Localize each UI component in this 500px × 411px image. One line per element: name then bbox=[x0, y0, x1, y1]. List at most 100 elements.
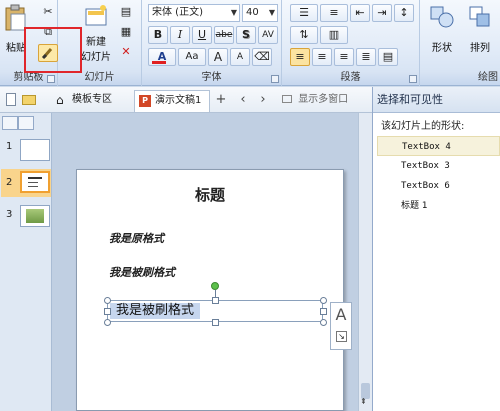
new-tab-button[interactable]: + bbox=[212, 91, 230, 109]
slides-tab[interactable] bbox=[2, 116, 18, 130]
grow-font-button[interactable]: A bbox=[208, 48, 228, 66]
bold-button[interactable]: B bbox=[148, 26, 168, 44]
font-size-combo[interactable]: 40 ▼ bbox=[242, 4, 278, 22]
arrange-label: 排列 bbox=[470, 43, 490, 54]
thumbnail-text-line bbox=[28, 182, 38, 183]
distribute-icon: ▤ bbox=[382, 50, 394, 63]
align-center-button[interactable]: ≡ bbox=[312, 48, 332, 66]
layout-button[interactable]: ▤ bbox=[116, 4, 136, 22]
annotation-highlight-box bbox=[24, 27, 82, 73]
resize-handle-top-left[interactable] bbox=[104, 297, 111, 304]
original-format-text[interactable]: 我是原格式 bbox=[109, 230, 164, 246]
bullets-button[interactable]: ☰ bbox=[290, 4, 318, 22]
shapes-label: 形状 bbox=[432, 43, 452, 54]
align-right-icon: ≡ bbox=[339, 50, 349, 63]
folder-icon[interactable] bbox=[22, 95, 36, 105]
clipboard-dialog-launcher[interactable] bbox=[47, 75, 55, 83]
arrange-icon bbox=[469, 6, 490, 27]
resize-handle-left[interactable] bbox=[104, 308, 111, 315]
delete-slide-button[interactable]: ✕ bbox=[116, 44, 136, 62]
shrink-font-button[interactable]: A bbox=[230, 48, 250, 66]
slide-editing-canvas[interactable]: 标题 我是原格式 我是被刷格式 我是被刷格式 bbox=[52, 113, 358, 411]
font-color-button[interactable]: A bbox=[148, 48, 176, 66]
shape-item-textbox-4[interactable]: TextBox 4 bbox=[377, 136, 500, 156]
chevron-down-icon: ▼ bbox=[230, 8, 237, 17]
change-case-button[interactable]: Aa bbox=[178, 48, 206, 66]
ribbon: 粘贴 ✂ ⧉ 剪贴板 新建 幻灯片 ▤ ▦ ✕ 幻灯片 宋体 (正文) ▼ 40… bbox=[0, 0, 500, 86]
shape-item-title-1[interactable]: 标题 1 bbox=[377, 196, 500, 216]
text-direction-icon: ⇅ bbox=[299, 28, 309, 41]
slide-title[interactable]: 标题 bbox=[77, 184, 343, 205]
delete-icon: ✕ bbox=[121, 45, 131, 58]
reset-button[interactable]: ▦ bbox=[116, 24, 136, 42]
slides-thumbnail-pane: 1 2 3 bbox=[0, 113, 52, 411]
selection-pane-subtitle: 该幻灯片上的形状: bbox=[381, 121, 465, 132]
resize-handle-bottom-left[interactable] bbox=[104, 319, 111, 326]
slide-number-1: 1 bbox=[6, 141, 13, 152]
increase-indent-button[interactable]: ⇥ bbox=[372, 4, 392, 22]
drawing-group: 形状 排列 绘图 bbox=[420, 0, 500, 86]
new-slide-label-2: 幻灯片 bbox=[81, 52, 111, 63]
align-center-icon: ≡ bbox=[317, 50, 327, 63]
decrease-indent-icon: ⇤ bbox=[355, 6, 365, 19]
thumbnail-text-line bbox=[28, 186, 38, 187]
chevron-right-icon: › bbox=[260, 92, 266, 107]
italic-button[interactable]: I bbox=[170, 26, 190, 44]
selected-textbox-text[interactable]: 我是被刷格式 bbox=[110, 303, 201, 319]
tab-presentation[interactable]: P 演示文稿1 bbox=[134, 90, 210, 112]
slide-thumbnail-3[interactable] bbox=[20, 205, 50, 227]
brushed-format-text[interactable]: 我是被刷格式 bbox=[109, 264, 175, 280]
tab-templates[interactable]: ⌂ 模板专区 bbox=[52, 90, 128, 112]
resize-handle-bottom[interactable] bbox=[212, 319, 219, 326]
text-direction-button[interactable]: ⇅ bbox=[290, 26, 318, 44]
font-group: 宋体 (正文) ▼ 40 ▼ B I U abe S AV A Aa A A ⌫… bbox=[142, 0, 282, 86]
font-name-combo[interactable]: 宋体 (正文) ▼ bbox=[148, 4, 240, 22]
slide-thumbnail-2[interactable] bbox=[20, 171, 50, 193]
autofit-options-button[interactable]: A ↘ bbox=[330, 302, 352, 350]
shapes-icon bbox=[430, 6, 454, 28]
distribute-button[interactable]: ▤ bbox=[378, 48, 398, 66]
outline-tab[interactable] bbox=[18, 116, 34, 130]
paragraph-group-label: 段落 bbox=[282, 71, 419, 85]
previous-tab-button[interactable]: ‹ bbox=[234, 91, 252, 109]
slide-thumbnail-1[interactable] bbox=[20, 139, 50, 161]
decrease-indent-button[interactable]: ⇤ bbox=[350, 4, 370, 22]
line-spacing-button[interactable]: ↕ bbox=[394, 4, 414, 22]
resize-handle-bottom-right[interactable] bbox=[320, 319, 327, 326]
underline-button[interactable]: U bbox=[192, 26, 212, 44]
slide[interactable]: 标题 我是原格式 我是被刷格式 我是被刷格式 bbox=[76, 169, 344, 411]
shapes-button[interactable]: 形状 bbox=[424, 4, 460, 54]
new-slide-label-1: 新建 bbox=[86, 37, 106, 48]
line-spacing-icon: ↕ bbox=[399, 6, 409, 19]
drawing-group-label: 绘图 bbox=[420, 71, 500, 85]
numbering-button[interactable]: ≡ bbox=[320, 4, 348, 22]
selection-pane-title: 选择和可见性 bbox=[373, 87, 500, 113]
cut-button[interactable]: ✂ bbox=[38, 4, 58, 22]
tab-templates-label: 模板专区 bbox=[72, 94, 112, 105]
strikethrough-button[interactable]: abe bbox=[214, 26, 234, 44]
font-dialog-launcher[interactable] bbox=[271, 75, 279, 83]
align-left-button[interactable]: ≡ bbox=[290, 48, 310, 66]
font-color-bar bbox=[152, 61, 166, 64]
columns-button[interactable]: ▥ bbox=[320, 26, 348, 44]
clear-format-button[interactable]: ⌫ bbox=[252, 48, 272, 66]
multi-window-button[interactable]: 显示多窗口 bbox=[282, 90, 348, 110]
next-tab-button[interactable]: › bbox=[254, 91, 272, 109]
resize-handle-top-right[interactable] bbox=[320, 297, 327, 304]
shape-item-textbox-3[interactable]: TextBox 3 bbox=[377, 156, 500, 176]
align-right-button[interactable]: ≡ bbox=[334, 48, 354, 66]
resize-handle-top[interactable] bbox=[212, 297, 219, 304]
resize-handle-right[interactable] bbox=[320, 308, 327, 315]
shape-item-textbox-6[interactable]: TextBox 6 bbox=[377, 176, 500, 196]
shadow-button[interactable]: S bbox=[236, 26, 256, 44]
char-spacing-button[interactable]: AV bbox=[258, 26, 278, 44]
justify-button[interactable]: ≣ bbox=[356, 48, 376, 66]
arrange-button[interactable]: 排列 bbox=[462, 4, 498, 54]
new-slide-button[interactable]: 新建 幻灯片 bbox=[78, 4, 114, 63]
vertical-scrollbar[interactable]: ⇞ bbox=[358, 113, 372, 411]
document-icon[interactable] bbox=[6, 93, 16, 106]
rotation-handle[interactable] bbox=[211, 282, 219, 290]
scroll-prev-slide-icon[interactable]: ⇞ bbox=[360, 397, 367, 406]
tab-presentation-label: 演示文稿1 bbox=[155, 95, 202, 106]
paragraph-dialog-launcher[interactable] bbox=[409, 75, 417, 83]
